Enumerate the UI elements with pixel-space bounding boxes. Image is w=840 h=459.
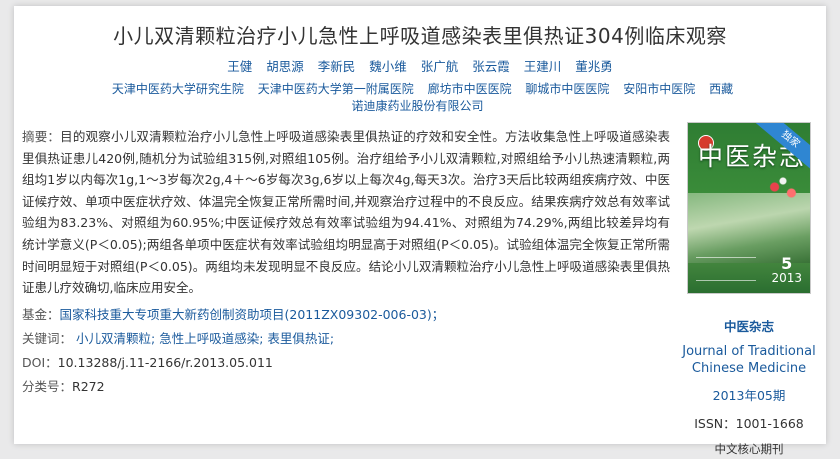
author-link[interactable]: 王健 <box>227 59 252 74</box>
author-link[interactable]: 王建川 <box>524 59 562 74</box>
cover-issue: 5 2013 <box>771 254 802 286</box>
fund-row: 基金：国家科技重大专项重大新药创制资助项目(2011ZX09302-006-03… <box>22 303 670 327</box>
affiliation-list: 天津中医药大学研究生院 天津中医药大学第一附属医院 廊坊市中医医院 聊城市中医医… <box>104 81 736 115</box>
affiliation-link[interactable]: 天津中医药大学研究生院 <box>112 82 244 96</box>
journal-cover-image[interactable]: 中医杂志 独家 5 2013 <box>687 122 811 294</box>
keyword-link[interactable]: 急性上呼吸道感染; <box>159 331 263 346</box>
core-journal-label: 中文核心期刊 <box>714 442 784 456</box>
author-link[interactable]: 李新民 <box>318 59 356 74</box>
keyword-link[interactable]: 表里俱热证; <box>267 331 334 346</box>
keyword-link[interactable]: 小儿双清颗粒; <box>76 331 155 346</box>
journal-name-cn[interactable]: 中医杂志 <box>669 316 829 335</box>
author-link[interactable]: 胡思源 <box>266 59 304 74</box>
journal-panel: 中医杂志 独家 5 2013 中医杂志 Journal of Tradition… <box>669 122 829 457</box>
journal-name-en[interactable]: Journal of Traditional Chinese Medicine <box>669 343 829 377</box>
author-link[interactable]: 张云霞 <box>472 59 510 74</box>
journal-issn: ISSN：1001-1668 <box>694 416 804 431</box>
keywords-label: 关键词： <box>22 330 73 346</box>
affiliation-link[interactable]: 安阳市中医院 <box>623 82 695 96</box>
class-value: R272 <box>72 378 105 394</box>
cover-issue-year: 2013 <box>771 271 802 285</box>
affiliation-link[interactable]: 聊城市中医医院 <box>525 82 609 96</box>
class-row: 分类号：R272 <box>22 375 670 399</box>
doi-label: DOI： <box>22 354 58 370</box>
author-link[interactable]: 魏小维 <box>369 59 407 74</box>
article-card: 小儿双清颗粒治疗小儿急性上呼吸道感染表里俱热证304例临床观察 王健 胡思源 李… <box>14 6 826 456</box>
affiliation-link[interactable]: 廊坊市中医医院 <box>428 82 512 96</box>
doi-value: 10.13288/j.11-2166/r.2013.05.011 <box>57 354 273 370</box>
article-details: 摘要：目的观察小儿双清颗粒治疗小儿急性上呼吸道感染表里俱热证的疗效和安全性。方法… <box>22 126 670 399</box>
article-title: 小儿双清颗粒治疗小儿急性上呼吸道感染表里俱热证304例临床观察 <box>113 24 727 48</box>
cover-decoration <box>696 257 756 281</box>
affiliation-link[interactable]: 天津中医药大学第一附属医院 <box>258 82 414 96</box>
abstract-text: 目的观察小儿双清颗粒治疗小儿急性上呼吸道感染表里俱热证的疗效和安全性。方法收集急… <box>22 129 670 296</box>
journal-issue-link[interactable]: 2013年05期 <box>669 385 829 404</box>
abstract-label: 摘要： <box>22 129 61 144</box>
author-list: 王健 胡思源 李新民 魏小维 张广航 张云霞 王建川 董兆勇 <box>14 56 826 75</box>
fund-link[interactable]: 国家科技重大专项重大新药创制资助项目(2011ZX09302-006-03)； <box>60 307 445 322</box>
cover-artwork: 中医杂志 独家 5 2013 <box>688 123 810 293</box>
doi-row: DOI：10.13288/j.11-2166/r.2013.05.011 <box>22 351 670 375</box>
cover-issue-number: 5 <box>781 254 793 273</box>
abstract: 摘要：目的观察小儿双清颗粒治疗小儿急性上呼吸道感染表里俱热证的疗效和安全性。方法… <box>22 126 670 299</box>
class-label: 分类号： <box>22 378 73 394</box>
author-link[interactable]: 董兆勇 <box>575 59 613 74</box>
fund-label: 基金： <box>22 306 60 322</box>
author-link[interactable]: 张广航 <box>421 59 459 74</box>
keywords-row: 关键词： 小儿双清颗粒; 急性上呼吸道感染; 表里俱热证; <box>22 327 670 351</box>
cover-flowers <box>762 175 804 205</box>
article-meta: 基金：国家科技重大专项重大新药创制资助项目(2011ZX09302-006-03… <box>22 303 670 399</box>
